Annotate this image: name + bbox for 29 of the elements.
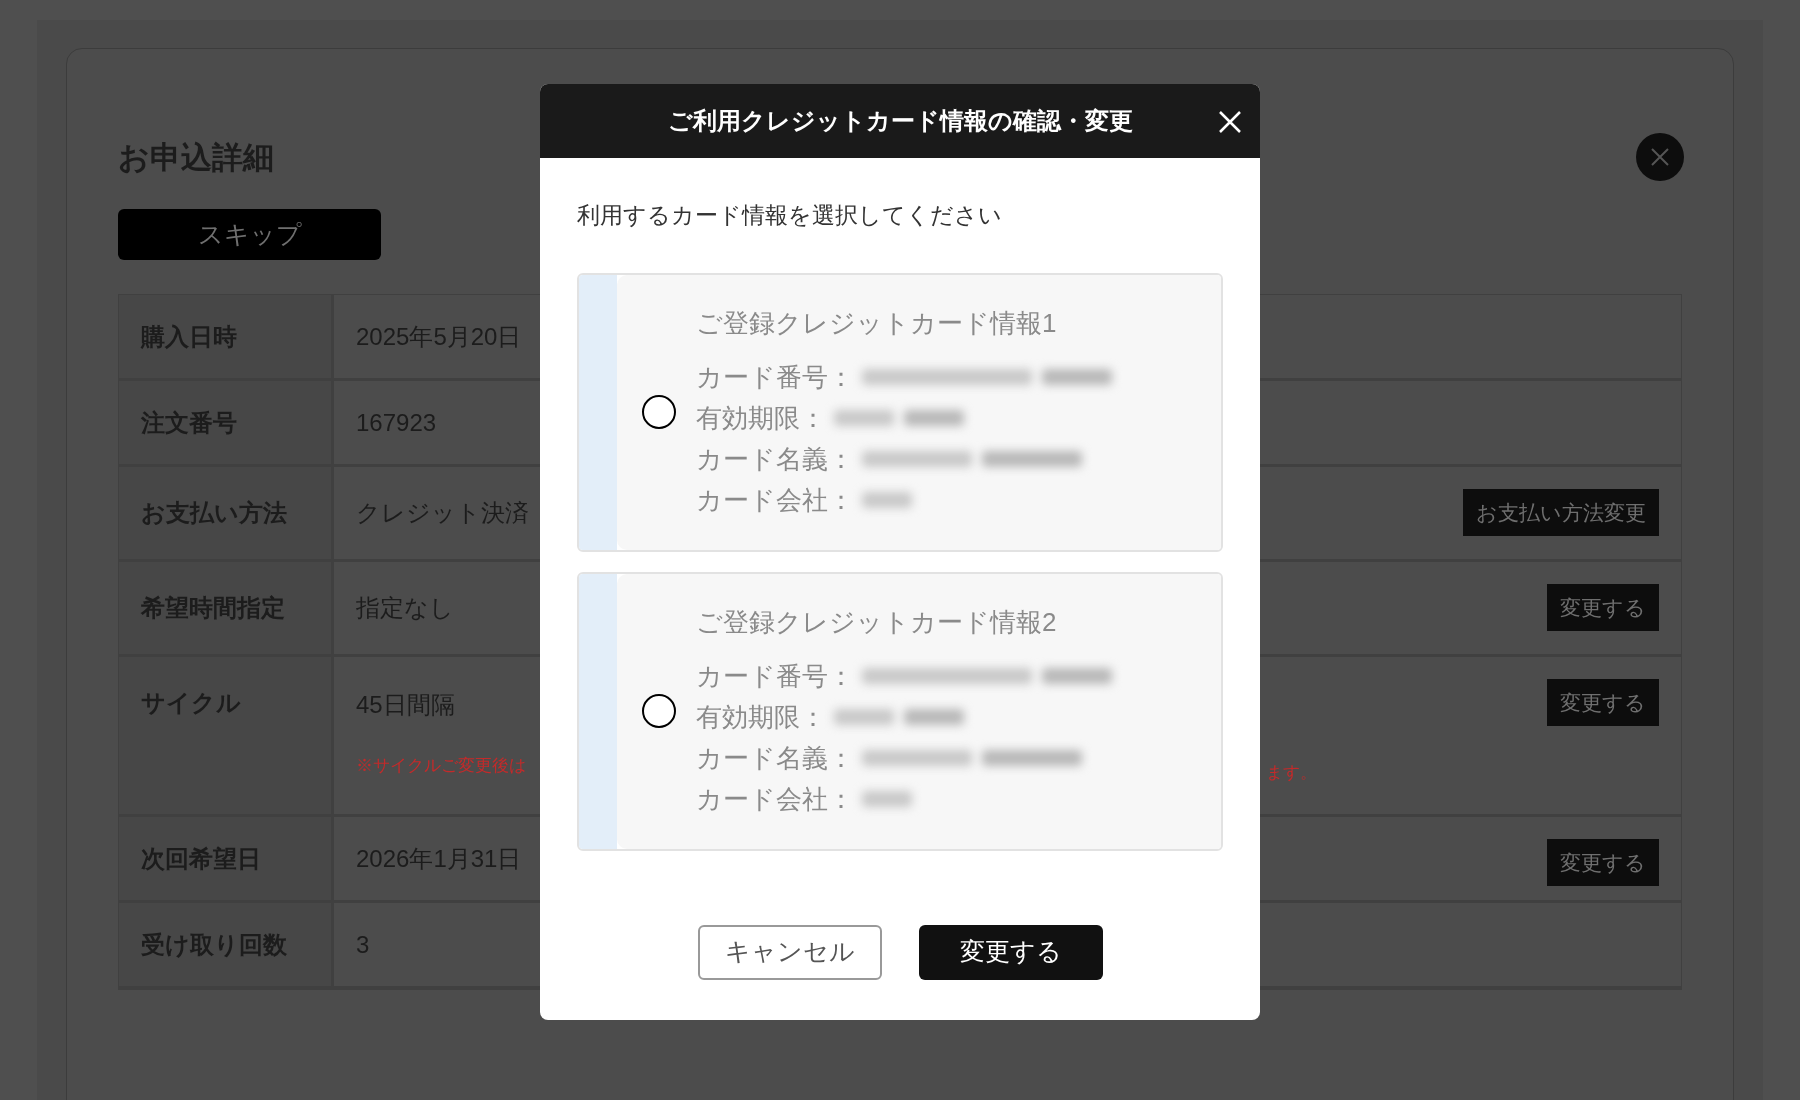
skip-button[interactable]: スキップ bbox=[118, 209, 381, 260]
cancel-button[interactable]: キャンセル bbox=[697, 924, 882, 980]
radio-button[interactable] bbox=[642, 694, 676, 728]
card-option[interactable]: ご登録クレジットカード情報2 カード番号： 有効期限： カード名義： カード会社： bbox=[577, 571, 1223, 851]
field-label: カード会社： bbox=[696, 483, 854, 517]
blurred-value bbox=[862, 492, 912, 508]
field-label: カード番号： bbox=[696, 659, 854, 693]
field-label: カード番号： bbox=[696, 360, 854, 394]
field-label: 有効期限： bbox=[696, 401, 826, 435]
card-option[interactable]: ご登録クレジットカード情報1 カード番号： 有効期限： カード名義： カード会社： bbox=[577, 272, 1223, 552]
modal-prompt: 利用するカード情報を選択してください bbox=[577, 201, 1003, 230]
field-label: カード会社： bbox=[696, 782, 854, 816]
close-icon bbox=[1650, 147, 1670, 167]
field-label: 有効期限： bbox=[696, 700, 826, 734]
modal-title: ご利用クレジットカード情報の確認・変更 bbox=[667, 106, 1133, 136]
blurred-value bbox=[862, 791, 912, 807]
cycle-note: ※サイクルご変更後は bbox=[356, 755, 526, 777]
close-icon bbox=[1218, 110, 1242, 134]
card-title: ご登録クレジットカード情報2 bbox=[696, 605, 1058, 639]
confirm-button[interactable]: 変更する bbox=[918, 924, 1103, 980]
field-label: カード名義： bbox=[696, 442, 854, 476]
radio-button[interactable] bbox=[642, 395, 676, 429]
field-label: カード名義： bbox=[696, 741, 854, 775]
change-button[interactable]: お支払い方法変更 bbox=[1463, 489, 1659, 536]
change-button[interactable]: 変更する bbox=[1547, 839, 1659, 886]
change-button[interactable]: 変更する bbox=[1547, 584, 1659, 631]
change-button[interactable]: 変更する bbox=[1547, 679, 1659, 726]
card-title: ご登録クレジットカード情報1 bbox=[696, 306, 1058, 340]
cycle-note: ます。 bbox=[1266, 762, 1317, 784]
